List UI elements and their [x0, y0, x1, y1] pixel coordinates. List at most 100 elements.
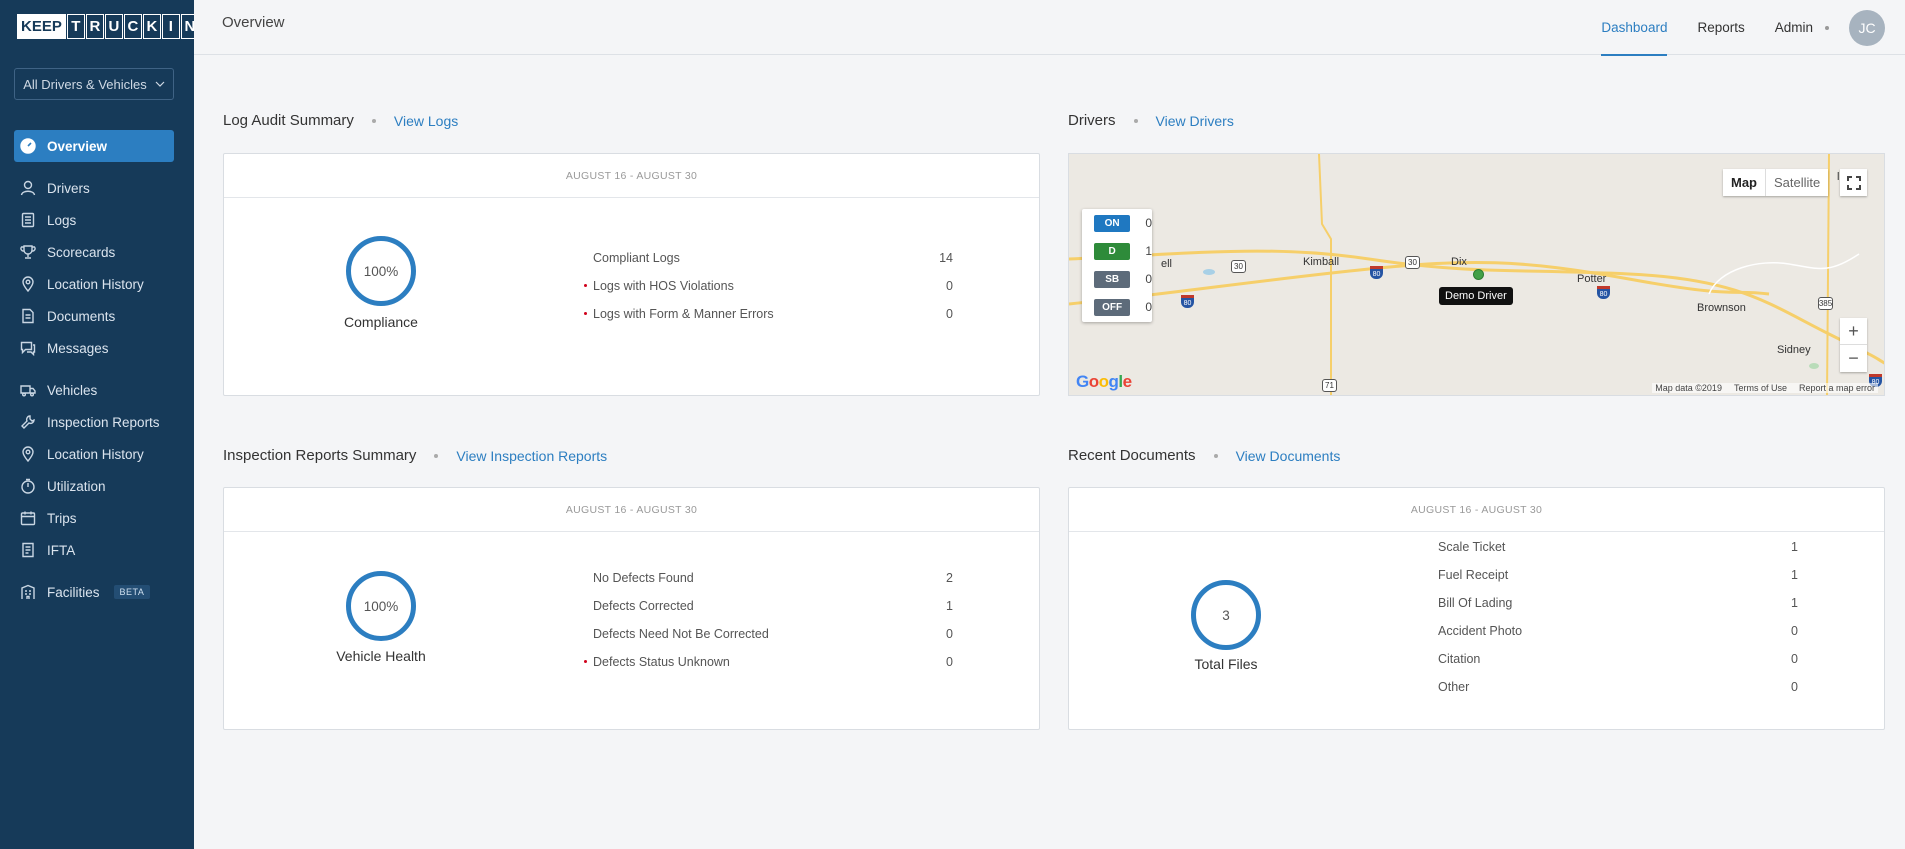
sidebar-item-inspection-reports[interactable]: Inspection Reports [14, 406, 174, 438]
stat-label: Defects Status Unknown [593, 655, 730, 669]
stat-label: Fuel Receipt [1438, 568, 1509, 582]
user-icon [20, 180, 36, 196]
terms-of-use-link[interactable]: Terms of Use [1734, 383, 1787, 393]
status-driving-row[interactable]: D1 [1082, 237, 1152, 265]
fleet-selector-label: All Drivers & Vehicles [23, 76, 147, 92]
section-title: Inspection Reports Summary [223, 447, 417, 464]
interstate-shield: 80 [1181, 295, 1194, 308]
state-route-shield: 71 [1322, 379, 1337, 392]
sidebar-item-utilization[interactable]: Utilization [14, 470, 174, 502]
nav-dashboard[interactable]: Dashboard [1601, 0, 1668, 56]
section-title: Recent Documents [1068, 447, 1196, 464]
fleet-selector[interactable]: All Drivers & Vehicles [14, 68, 174, 100]
status-off-row[interactable]: OFF 0 [1082, 293, 1152, 321]
avatar[interactable]: JC [1849, 9, 1885, 46]
separator-dot [1133, 118, 1138, 123]
stat-row[interactable]: Scale Ticket 1 [1438, 533, 1798, 561]
stat-row[interactable]: Bill Of Lading 1 [1438, 589, 1798, 617]
stat-label: No Defects Found [593, 571, 694, 585]
log-audit-header: Log Audit Summary View Logs [223, 112, 458, 129]
status-tag: SB [1094, 270, 1131, 288]
stat-row[interactable]: Citation 0 [1438, 645, 1798, 673]
total-files-count: 3 [1222, 607, 1230, 623]
fullscreen-icon [1846, 175, 1861, 190]
sidebar-item-label: Overview [47, 138, 108, 154]
keeptruckin-logo[interactable]: KEEP T R U C K I N [17, 14, 199, 39]
top-nav: Dashboard Reports Admin JC [1601, 0, 1885, 56]
stat-row[interactable]: Other 0 [1438, 673, 1798, 701]
message-icon [20, 340, 36, 356]
stat-row[interactable]: Defects Need Not Be Corrected 0 [593, 620, 953, 648]
nav-admin[interactable]: Admin [1775, 0, 1813, 55]
stat-label: Defects Need Not Be Corrected [593, 627, 769, 641]
logo-letter: U [104, 14, 123, 39]
sidebar-item-facilities[interactable]: Facilities BETA [14, 576, 174, 608]
sidebar-item-label: Trips [47, 510, 77, 526]
vehicle-health-label: Vehicle Health [336, 648, 426, 664]
status-count: 1 [1145, 244, 1152, 258]
view-drivers-link[interactable]: View Drivers [1156, 113, 1234, 129]
stat-value: 0 [1791, 624, 1798, 638]
sidebar-item-vehicle-location-history[interactable]: Location History [14, 438, 174, 470]
sidebar-item-label: Location History [47, 276, 144, 292]
sidebar-item-scorecards[interactable]: Scorecards [14, 236, 174, 268]
sidebar-item-documents[interactable]: Documents [14, 300, 174, 332]
top-bar: Overview Dashboard Reports Admin JC [194, 0, 1905, 56]
drivers-header: Drivers View Drivers [1068, 112, 1234, 129]
inspection-header: Inspection Reports Summary View Inspecti… [223, 447, 607, 464]
stat-value: 1 [1791, 596, 1798, 610]
view-logs-link[interactable]: View Logs [394, 113, 458, 129]
sidebar-item-label: Messages [47, 340, 109, 356]
stat-row[interactable]: Accident Photo 0 [1438, 617, 1798, 645]
view-documents-link[interactable]: View Documents [1236, 448, 1341, 464]
fullscreen-button[interactable] [1840, 169, 1867, 196]
location-pin-icon [20, 276, 36, 292]
map-type-satellite-button[interactable]: Satellite [1766, 169, 1828, 196]
stat-row[interactable]: Fuel Receipt 1 [1438, 561, 1798, 589]
documents-header: Recent Documents View Documents [1068, 447, 1340, 464]
sidebar-nav: Overview Drivers Logs Scorecards Locatio… [14, 130, 174, 608]
sidebar-item-location-history[interactable]: Location History [14, 268, 174, 300]
stat-label: Citation [1438, 652, 1481, 666]
driver-location-marker[interactable] [1473, 269, 1484, 280]
sidebar-item-label: Scorecards [47, 244, 116, 260]
sidebar-item-vehicles[interactable]: Vehicles [14, 374, 174, 406]
view-inspection-reports-link[interactable]: View Inspection Reports [456, 448, 607, 464]
zoom-out-button[interactable]: − [1840, 345, 1867, 372]
status-sleeper-row[interactable]: SB 0 [1082, 265, 1152, 293]
location-pin-icon [20, 446, 36, 462]
stat-row[interactable]: Logs with HOS Violations 0 [584, 272, 953, 300]
drivers-map[interactable]: Kimball Dix Potter Brownson Sidney ell l… [1068, 153, 1885, 396]
stat-value: 0 [1791, 680, 1798, 694]
nav-reports[interactable]: Reports [1697, 0, 1744, 55]
logo-keep: KEEP [17, 14, 66, 39]
report-map-error-link[interactable]: Report a map error [1799, 383, 1875, 393]
stat-row[interactable]: Logs with Form & Manner Errors 0 [584, 300, 953, 328]
stat-row[interactable]: Defects Status Unknown 0 [584, 648, 953, 676]
sidebar-item-ifta[interactable]: IFTA [14, 534, 174, 566]
status-tag: ON [1094, 214, 1131, 232]
interstate-shield: 80 [1370, 266, 1383, 279]
status-tag: D [1094, 242, 1131, 260]
documents-card: AUGUST 16 - AUGUST 30 3 Total Files Scal… [1068, 487, 1885, 730]
document-icon [20, 308, 36, 324]
sidebar-item-drivers[interactable]: Drivers [14, 172, 174, 204]
sidebar-item-overview[interactable]: Overview [14, 130, 174, 162]
sidebar-item-messages[interactable]: Messages [14, 332, 174, 364]
logo-letter: T [66, 14, 85, 39]
status-on-row[interactable]: ON 0 [1082, 209, 1152, 237]
inspection-card: AUGUST 16 - AUGUST 30 100% Vehicle Healt… [223, 487, 1040, 730]
map-type-map-button[interactable]: Map [1723, 169, 1766, 196]
sidebar-item-logs[interactable]: Logs [14, 204, 174, 236]
total-files-ring: 3 [1191, 580, 1261, 650]
stat-row[interactable]: Defects Corrected 1 [593, 592, 953, 620]
truck-icon [20, 382, 36, 398]
calendar-icon [20, 510, 36, 526]
stat-row[interactable]: Compliant Logs 14 [593, 244, 953, 272]
stat-label: Logs with HOS Violations [593, 279, 734, 293]
sidebar-item-trips[interactable]: Trips [14, 502, 174, 534]
log-audit-card: AUGUST 16 - AUGUST 30 100% Compliance Co… [223, 153, 1040, 396]
stat-row[interactable]: No Defects Found 2 [593, 564, 953, 592]
zoom-in-button[interactable]: + [1840, 318, 1867, 345]
stat-value: 1 [946, 599, 953, 613]
